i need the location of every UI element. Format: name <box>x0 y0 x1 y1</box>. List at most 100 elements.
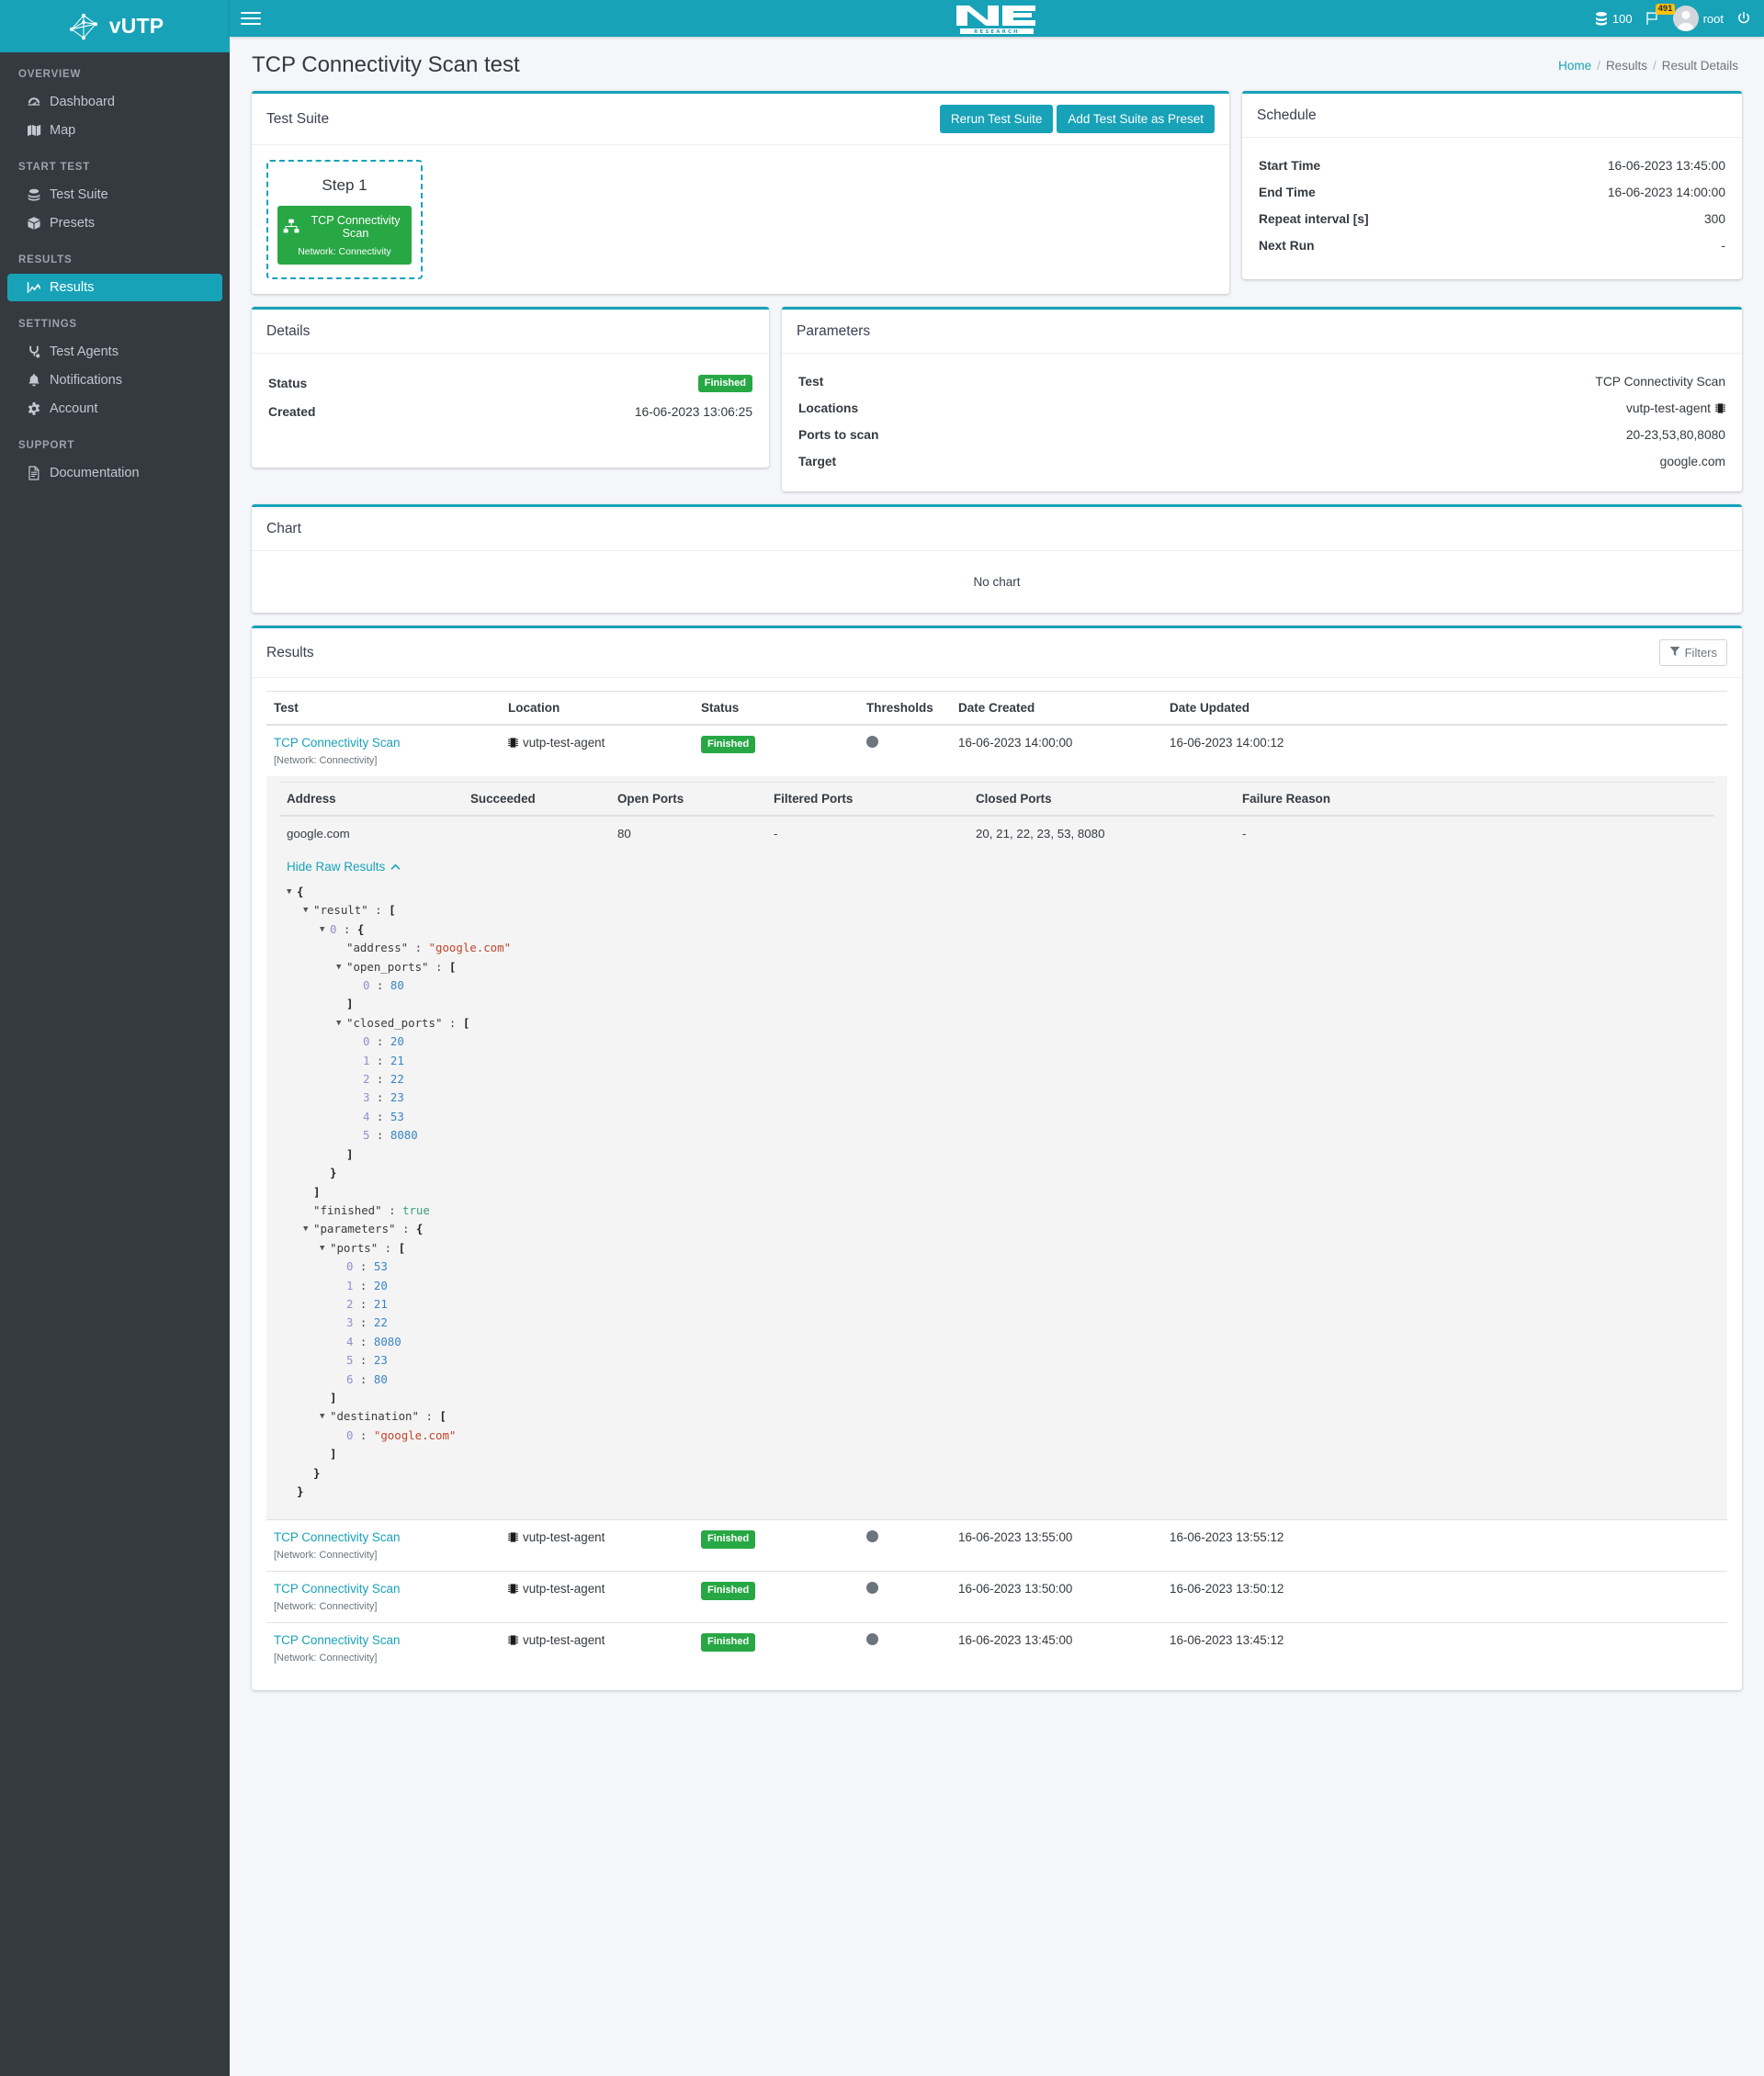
map-icon <box>26 123 41 138</box>
results-column-header: Test <box>266 691 501 726</box>
json-line: ▼} <box>330 1166 337 1180</box>
hide-raw-results-toggle[interactable]: Hide Raw Results <box>279 851 408 879</box>
chart-line-icon <box>26 280 41 295</box>
step-card-label: TCP Connectivity Scan <box>311 214 401 240</box>
schedule-row-key: Start Time <box>1259 159 1321 173</box>
breadcrumb-separator: / <box>1652 58 1657 73</box>
json-line: ▼} <box>313 1465 321 1480</box>
result-location-label: vutp-test-agent <box>523 1582 605 1596</box>
rerun-test-suite-button[interactable]: Rerun Test Suite <box>939 105 1054 133</box>
json-caret-toggle[interactable]: ▼ <box>287 883 295 901</box>
result-detail-panel-row: Address Succeeded Open Ports Filtered Ports… <box>266 776 1727 1520</box>
json-caret-toggle[interactable]: ▼ <box>320 1239 328 1258</box>
details-card: Details Status Finished Created 16-06-20… <box>252 307 769 468</box>
result-test-link[interactable]: TCP Connectivity Scan <box>274 1582 493 1596</box>
parameter-row-key: Locations <box>798 401 859 415</box>
agents-icon <box>26 344 41 359</box>
detail-column-header: Open Ports <box>610 782 766 817</box>
results-column-header: Thresholds <box>859 691 951 726</box>
detail-column-header: Address <box>279 782 463 817</box>
result-test-link[interactable]: TCP Connectivity Scan <box>274 736 493 750</box>
microchip-icon <box>1715 402 1725 414</box>
result-test-link[interactable]: TCP Connectivity Scan <box>274 1633 493 1647</box>
user-menu[interactable]: root <box>1672 6 1724 31</box>
sitemap-icon <box>283 219 300 236</box>
username-label: root <box>1702 11 1724 26</box>
schedule-row-value: 16-06-2023 14:00:00 <box>1607 186 1725 199</box>
chevron-up-icon <box>390 860 401 874</box>
schedule-list: Start Time 16-06-2023 13:45:00 End Time 16-… <box>1259 152 1725 259</box>
status-dot-icon <box>866 1582 878 1595</box>
results-cell-date-updated: 16-06-2023 13:55:12 <box>1162 1519 1727 1572</box>
json-line: ▼1 : 20 <box>346 1278 388 1292</box>
detail-cell-succeeded <box>463 816 610 851</box>
json-line: ▼1 : 21 <box>363 1053 404 1067</box>
json-caret-toggle[interactable]: ▼ <box>303 1220 311 1238</box>
flag-notifications[interactable]: 491 <box>1645 4 1676 26</box>
step-test-card[interactable]: TCP Connectivity Scan Network: Connectiv… <box>277 206 412 265</box>
parameter-row: Ports to scan 20-23,53,80,8080 <box>798 422 1725 448</box>
parameter-row-key: Test <box>798 375 824 389</box>
schedule-row-key: Next Run <box>1259 239 1315 253</box>
json-line: ▼} <box>297 1484 304 1498</box>
table-row: TCP Connectivity Scan [Network: Connectiv… <box>266 1622 1727 1675</box>
page-title: TCP Connectivity Scan test <box>252 52 520 77</box>
test-suite-title: Test Suite <box>266 110 330 127</box>
json-caret-toggle[interactable]: ▼ <box>320 920 328 939</box>
sidebar-item-map[interactable]: Map <box>7 117 222 144</box>
sidebar-item-documentation[interactable]: Documentation <box>7 459 222 487</box>
sidebar-item-results[interactable]: Results <box>7 274 222 301</box>
schedule-row: Next Run - <box>1259 232 1725 259</box>
logout-button[interactable] <box>1736 11 1751 26</box>
breadcrumb-separator: / <box>1597 58 1600 73</box>
json-caret-toggle[interactable]: ▼ <box>336 1014 345 1032</box>
parameters-card-body: Test TCP Connectivity Scan Locations vutp-t… <box>782 354 1742 491</box>
sidebar-nav: OVERVIEW Dashboard Map START TEST Test Suite… <box>0 52 230 487</box>
details-created-row: Created 16-06-2023 13:06:25 <box>268 399 752 425</box>
json-line: ▼] <box>346 1146 354 1161</box>
database-counter[interactable]: 100 <box>1595 12 1633 26</box>
json-caret-toggle[interactable]: ▼ <box>336 958 345 976</box>
detail-cell-filtered-ports: - <box>774 827 778 841</box>
hamburger-icon[interactable] <box>241 10 261 27</box>
table-row: TCP Connectivity Scan [Network: Connectiv… <box>266 1571 1727 1623</box>
sidebar-item-test-suite[interactable]: Test Suite <box>7 181 222 209</box>
parameter-row-value: google.com <box>1659 455 1725 468</box>
step-title: Step 1 <box>322 176 368 194</box>
sidebar-item-dashboard[interactable]: Dashboard <box>7 88 222 116</box>
details-card-header: Details <box>252 310 769 354</box>
result-test-link[interactable]: TCP Connectivity Scan <box>274 1530 493 1544</box>
breadcrumb-item-home[interactable]: Home <box>1558 59 1591 73</box>
table-row: TCP Connectivity Scan [Network: Connectiv… <box>266 724 1727 776</box>
parameters-card: Parameters Test TCP Connectivity Scan Loca… <box>782 307 1742 491</box>
test-suite-card: Test Suite Rerun Test Suite Add Test Sui… <box>252 91 1229 294</box>
json-caret-toggle[interactable]: ▼ <box>320 1407 328 1426</box>
filters-button[interactable]: Filters <box>1658 639 1727 666</box>
raw-results-json-tree: ▼{▼"result" : [▼0 : {▼"address" : "googl… <box>279 879 1714 1510</box>
sidebar-item-test-agents[interactable]: Test Agents <box>7 338 222 366</box>
page-content: Test Suite Rerun Test Suite Add Test Sui… <box>230 91 1764 1725</box>
details-status-key: Status <box>268 377 308 391</box>
detail-cell-open-ports: 80 <box>617 827 631 841</box>
results-cell-thresholds <box>859 724 951 776</box>
schedule-card: Schedule Start Time 16-06-2023 13:45:00 En… <box>1242 91 1742 279</box>
user-avatar-icon <box>1672 6 1699 31</box>
results-cell-date-created: 16-06-2023 14:00:00 <box>951 724 1162 776</box>
add-test-suite-as-preset-button[interactable]: Add Test Suite as Preset <box>1057 105 1215 133</box>
json-caret-toggle[interactable]: ▼ <box>303 901 311 920</box>
chart-card-header: Chart <box>252 507 1742 551</box>
sidebar-item-notifications[interactable]: Notifications <box>7 367 222 394</box>
schedule-row-value: - <box>1721 239 1725 253</box>
results-cell-date-updated: 16-06-2023 13:45:12 <box>1162 1622 1727 1675</box>
detail-cell-closed-ports: 20, 21, 22, 23, 53, 8080 <box>976 827 1105 841</box>
breadcrumb-item-result-details: Result Details <box>1661 58 1738 73</box>
sidebar-item-presets[interactable]: Presets <box>7 209 222 237</box>
dashboard-icon <box>26 95 41 109</box>
results-cell-thresholds <box>859 1622 951 1675</box>
results-cell-status: Finished <box>694 1571 859 1623</box>
schedule-card-body: Start Time 16-06-2023 13:45:00 End Time 16-… <box>1242 138 1742 279</box>
json-line: ▼2 : 21 <box>346 1296 388 1311</box>
sidebar-item-account[interactable]: Account <box>7 395 222 423</box>
chart-empty-message: No chart <box>973 575 1021 589</box>
brand-logo-area[interactable]: vUTP <box>0 0 230 52</box>
